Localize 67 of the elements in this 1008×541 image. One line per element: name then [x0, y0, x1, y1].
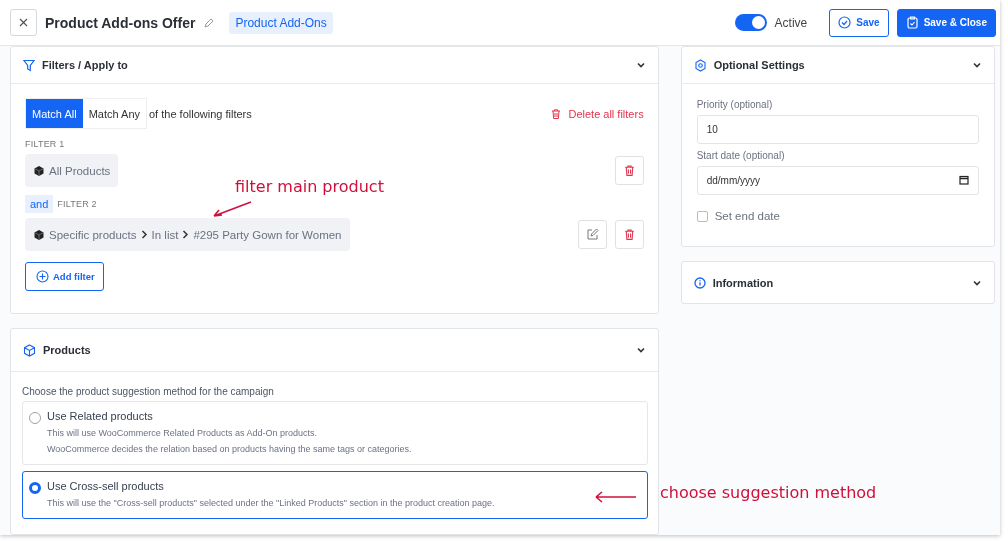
annotation-text: choose suggestion method	[660, 483, 877, 502]
chevron-icon[interactable]	[972, 60, 982, 70]
trash-icon	[622, 164, 636, 177]
clipboard-icon	[905, 16, 919, 29]
and-badge: and	[25, 195, 54, 213]
card-title: Products	[43, 344, 92, 356]
checkbox[interactable]	[696, 210, 708, 222]
active-toggle[interactable]	[734, 14, 767, 31]
method-option[interactable]: Use Related products This will use WooCommerce Related Products as Add-On products. WooCommerce decides the relation based on products having the same tags or categories.	[22, 401, 648, 465]
filter-chip-text: All Products	[49, 164, 111, 177]
annotation-arrow	[593, 490, 638, 504]
filter-chip[interactable]: All Products	[25, 154, 119, 187]
chevron-icon[interactable]	[635, 60, 646, 70]
prompt-text: Choose the product suggestion method for the campaign	[22, 386, 275, 397]
option-description: This will use the "Cross-sell products" selected under the "Linked Products" section in the product creation page.	[47, 497, 495, 510]
delete-all-link[interactable]: Delete all filters	[550, 107, 644, 120]
card-title: Information	[712, 276, 775, 289]
trash-icon	[550, 107, 563, 120]
add-filter-button[interactable]: Add filter	[25, 262, 104, 291]
check-circle-icon	[838, 16, 852, 29]
cube-icon	[33, 164, 45, 177]
card-title: Optional Settings	[713, 59, 806, 71]
plus-circle-icon	[36, 270, 49, 283]
filter-chip[interactable]: Specific products In list #295 Party Gown for Women	[25, 218, 350, 251]
date-field[interactable]: dd/mm/yyyy	[696, 166, 979, 195]
cube-icon	[33, 228, 45, 241]
toggle-label: Active	[774, 15, 808, 30]
card-title: Filters / Apply to	[42, 59, 129, 71]
info-icon	[693, 276, 706, 289]
match-option[interactable]: Match All	[26, 99, 83, 128]
trash-icon	[622, 228, 636, 241]
option-description: WooCommerce decides the relation based on products having the same tags or categories.	[47, 443, 412, 456]
pencil-icon[interactable]	[203, 16, 216, 29]
annotation-text: filter main product	[235, 177, 384, 196]
funnel-icon	[23, 58, 35, 72]
edit-icon	[585, 228, 599, 241]
gear-icon	[693, 58, 707, 72]
checkbox-label: Set end date	[714, 210, 780, 222]
calendar-icon	[959, 175, 969, 185]
delete-button[interactable]	[614, 220, 644, 249]
box-icon	[23, 343, 36, 357]
delete-button[interactable]	[614, 156, 644, 185]
option-title: Use Cross-sell products	[47, 480, 165, 492]
match-text: of the following filters	[149, 107, 252, 120]
field-label: Priority (optional)	[696, 99, 774, 110]
option-description: This will use WooCommerce Related Products as Add-On products.	[47, 427, 318, 440]
close-icon	[19, 18, 28, 27]
filter-label: FILTER 2	[57, 199, 97, 209]
close-button[interactable]	[10, 9, 37, 36]
method-option[interactable]: Use Cross-sell products This will use the "Cross-sell products" selected under the "Linked Products" section in the product creation page.	[22, 471, 648, 519]
radio-button[interactable]	[29, 412, 41, 424]
field-label: Start date (optional)	[696, 150, 786, 161]
filter-chip-text: #295 Party Gown for Women	[193, 228, 342, 241]
save-close-button[interactable]: Save & Close	[896, 8, 996, 37]
priority-field[interactable]: 10	[696, 115, 979, 144]
annotation-arrow	[210, 199, 254, 219]
chevron-right-icon	[140, 230, 148, 239]
type-badge: Product Add-Ons	[229, 11, 333, 34]
page-title: Product Add-ons Offer	[45, 14, 196, 31]
filter-chip-text: In list	[151, 228, 179, 241]
filter-chip-text: Specific products	[49, 228, 137, 241]
chevron-right-icon	[182, 230, 190, 239]
save-button[interactable]: Save	[829, 8, 889, 37]
option-title: Use Related products	[47, 410, 154, 422]
filter-label: FILTER 1	[25, 139, 65, 149]
chevron-icon[interactable]	[635, 345, 646, 355]
radio-button[interactable]	[29, 482, 41, 494]
